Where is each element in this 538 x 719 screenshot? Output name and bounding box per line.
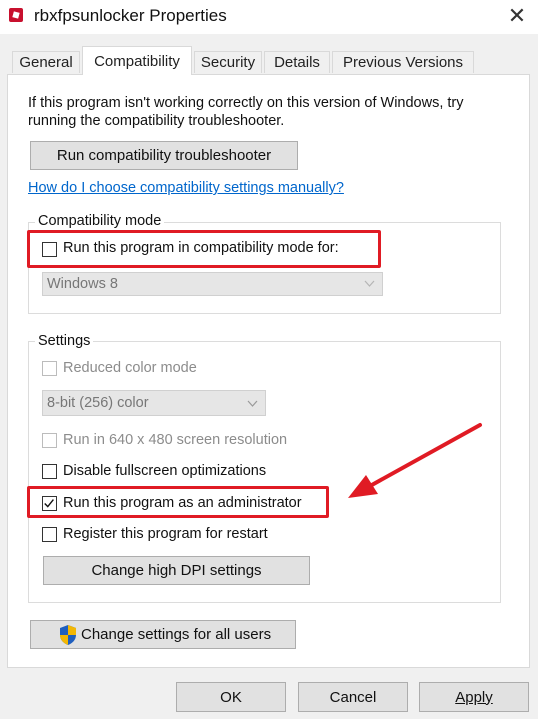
chevron-down-icon [247,400,258,407]
cancel-button[interactable]: Cancel [298,682,408,712]
settings-label: Settings [35,333,94,349]
highlight-run-as-admin [27,486,329,518]
window-title: rbxfpsunlocker Properties [34,6,227,25]
disable-fullscreen-checkbox[interactable] [42,464,57,479]
close-icon: ✕ [507,3,527,28]
close-button[interactable]: ✕ [498,0,536,32]
os-version-selected: Windows 8 [47,276,118,292]
highlight-compat-mode [27,230,381,268]
tab-previous-versions[interactable]: Previous Versions [332,51,474,73]
tab-general[interactable]: General [12,51,80,73]
reduced-color-label: Reduced color mode [63,360,197,376]
arrow-annotation [348,423,482,498]
compatibility-mode-label: Compatibility mode [35,213,165,229]
change-high-dpi-button[interactable]: Change high DPI settings [43,556,310,585]
change-settings-all-users-button[interactable]: Change settings for all users [30,620,296,649]
res-640-checkbox [42,433,57,448]
run-troubleshooter-button[interactable]: Run compatibility troubleshooter [30,141,298,170]
res-640-label: Run in 640 x 480 screen resolution [63,432,288,448]
shield-icon [60,625,76,645]
register-restart-label: Register this program for restart [63,526,268,542]
chevron-down-icon [364,280,375,287]
app-icon [9,8,23,22]
tab-compatibility[interactable]: Compatibility [82,46,192,75]
color-depth-selected: 8-bit (256) color [47,395,149,411]
intro-text-line1: If this program isn't working correctly … [28,95,464,111]
disable-fullscreen-label: Disable fullscreen optimizations [63,463,267,479]
ok-button[interactable]: OK [176,682,286,712]
register-restart-checkbox[interactable] [42,527,57,542]
color-depth-select: 8-bit (256) color [42,390,266,416]
tab-details[interactable]: Details [264,51,330,73]
help-link[interactable]: How do I choose compatibility settings m… [28,180,344,196]
intro-text-line2: running the compatibility troubleshooter… [28,113,285,129]
title-bar: rbxfpsunlocker Properties ✕ [0,0,538,34]
tab-security[interactable]: Security [194,51,262,73]
change-settings-all-users-label: Change settings for all users [81,626,272,643]
os-version-select: Windows 8 [42,272,383,296]
reduced-color-checkbox [42,361,57,376]
apply-button[interactable]: Apply [419,682,529,712]
